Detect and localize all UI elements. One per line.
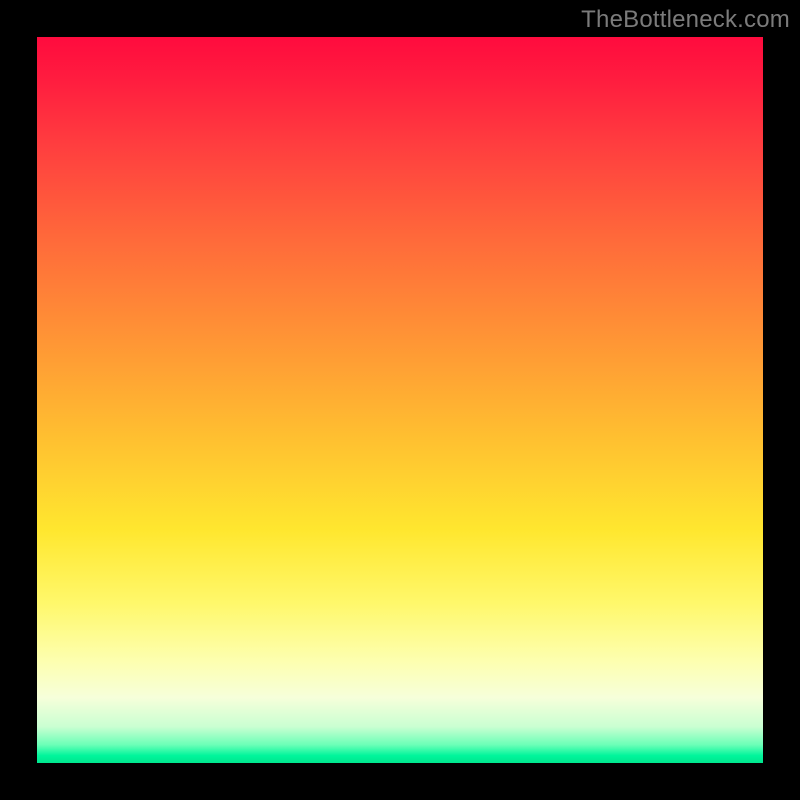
background-gradient — [37, 37, 763, 763]
watermark-text: TheBottleneck.com — [581, 6, 790, 34]
plot-area — [37, 37, 763, 763]
chart-frame: TheBottleneck.com — [0, 0, 800, 800]
